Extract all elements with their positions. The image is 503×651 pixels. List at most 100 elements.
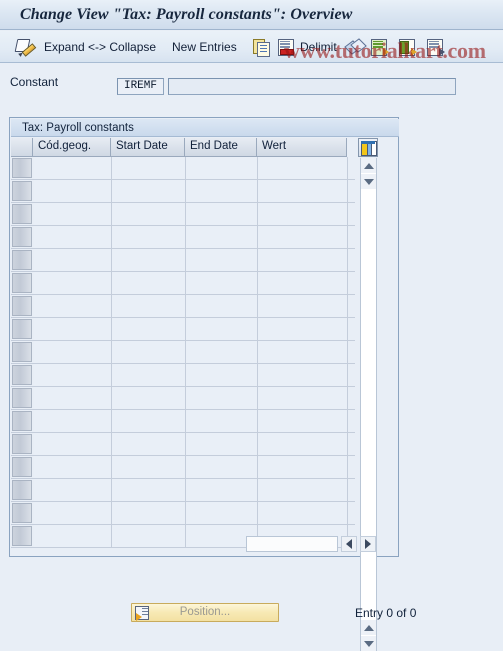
select-all-button[interactable] bbox=[398, 35, 417, 59]
row-selector[interactable] bbox=[12, 227, 32, 247]
table-cell[interactable] bbox=[34, 272, 112, 294]
table-cell[interactable] bbox=[112, 272, 186, 294]
table-cell[interactable] bbox=[186, 364, 258, 386]
table-row[interactable] bbox=[11, 318, 355, 341]
copy-as-button[interactable] bbox=[253, 35, 271, 59]
overview-pencil-button[interactable] bbox=[14, 35, 37, 59]
table-cell[interactable] bbox=[258, 318, 348, 340]
table-row[interactable] bbox=[11, 341, 355, 364]
select-block-button[interactable] bbox=[370, 35, 389, 59]
table-cell[interactable] bbox=[112, 387, 186, 409]
scroll-down-button[interactable] bbox=[361, 174, 376, 189]
table-cell[interactable] bbox=[112, 318, 186, 340]
table-cell[interactable] bbox=[258, 272, 348, 294]
position-button[interactable]: Position... bbox=[131, 603, 279, 622]
table-cell[interactable] bbox=[258, 203, 348, 225]
delimit-button[interactable]: Delimit bbox=[300, 35, 337, 59]
table-cell[interactable] bbox=[112, 433, 186, 455]
row-selector[interactable] bbox=[12, 434, 32, 454]
table-cell[interactable] bbox=[112, 341, 186, 363]
table-cell[interactable] bbox=[258, 456, 348, 478]
table-row[interactable] bbox=[11, 387, 355, 410]
table-cell[interactable] bbox=[34, 525, 112, 547]
scroll-right-button[interactable] bbox=[360, 536, 376, 552]
scroll-up-button[interactable] bbox=[361, 158, 376, 173]
table-cell[interactable] bbox=[34, 364, 112, 386]
table-row[interactable] bbox=[11, 249, 355, 272]
table-cell[interactable] bbox=[112, 502, 186, 524]
table-row[interactable] bbox=[11, 272, 355, 295]
row-selector[interactable] bbox=[12, 365, 32, 385]
table-cell[interactable] bbox=[258, 410, 348, 432]
page-down-button[interactable] bbox=[361, 636, 376, 651]
table-cell[interactable] bbox=[34, 226, 112, 248]
row-selector[interactable] bbox=[12, 388, 32, 408]
table-cell[interactable] bbox=[258, 433, 348, 455]
table-row[interactable] bbox=[11, 456, 355, 479]
row-selector[interactable] bbox=[12, 526, 32, 546]
table-row[interactable] bbox=[11, 433, 355, 456]
table-cell[interactable] bbox=[258, 502, 348, 524]
deselect-all-button[interactable] bbox=[426, 35, 445, 59]
table-cell[interactable] bbox=[258, 180, 348, 202]
table-cell[interactable] bbox=[112, 479, 186, 501]
table-cell[interactable] bbox=[112, 456, 186, 478]
row-selector[interactable] bbox=[12, 158, 32, 178]
column-header-end-date[interactable]: End Date bbox=[185, 138, 257, 157]
table-row[interactable] bbox=[11, 157, 355, 180]
table-cell[interactable] bbox=[34, 318, 112, 340]
table-cell[interactable] bbox=[258, 249, 348, 271]
row-selector[interactable] bbox=[12, 503, 32, 523]
page-up-button[interactable] bbox=[361, 620, 376, 635]
table-cell[interactable] bbox=[34, 387, 112, 409]
row-selector[interactable] bbox=[12, 457, 32, 477]
scroll-left-button[interactable] bbox=[341, 536, 357, 552]
undo-button[interactable] bbox=[344, 35, 367, 59]
table-cell[interactable] bbox=[34, 456, 112, 478]
column-header-select-all[interactable] bbox=[11, 138, 33, 157]
row-selector[interactable] bbox=[12, 296, 32, 316]
row-selector[interactable] bbox=[12, 273, 32, 293]
table-cell[interactable] bbox=[258, 341, 348, 363]
table-cell[interactable] bbox=[186, 502, 258, 524]
table-cell[interactable] bbox=[186, 410, 258, 432]
table-cell[interactable] bbox=[186, 479, 258, 501]
table-row[interactable] bbox=[11, 295, 355, 318]
row-selector[interactable] bbox=[12, 204, 32, 224]
table-cell[interactable] bbox=[186, 433, 258, 455]
delete-row-button[interactable] bbox=[277, 35, 295, 59]
row-selector[interactable] bbox=[12, 411, 32, 431]
row-selector[interactable] bbox=[12, 480, 32, 500]
table-cell[interactable] bbox=[186, 272, 258, 294]
table-cell[interactable] bbox=[186, 341, 258, 363]
table-cell[interactable] bbox=[186, 157, 258, 179]
table-cell[interactable] bbox=[34, 295, 112, 317]
table-cell[interactable] bbox=[258, 479, 348, 501]
table-cell[interactable] bbox=[112, 180, 186, 202]
table-row[interactable] bbox=[11, 410, 355, 433]
row-selector[interactable] bbox=[12, 181, 32, 201]
column-header-start-date[interactable]: Start Date bbox=[111, 138, 185, 157]
table-cell[interactable] bbox=[186, 387, 258, 409]
table-row[interactable] bbox=[11, 180, 355, 203]
table-cell[interactable] bbox=[34, 410, 112, 432]
table-cell[interactable] bbox=[112, 249, 186, 271]
table-cell[interactable] bbox=[112, 295, 186, 317]
row-selector[interactable] bbox=[12, 342, 32, 362]
table-cell[interactable] bbox=[34, 180, 112, 202]
table-cell[interactable] bbox=[112, 364, 186, 386]
table-row[interactable] bbox=[11, 226, 355, 249]
table-vertical-scrollbar[interactable] bbox=[360, 158, 377, 651]
table-cell[interactable] bbox=[34, 157, 112, 179]
table-cell[interactable] bbox=[34, 341, 112, 363]
row-selector[interactable] bbox=[12, 319, 32, 339]
table-row[interactable] bbox=[11, 502, 355, 525]
table-cell[interactable] bbox=[34, 479, 112, 501]
constant-key-field[interactable]: IREMF bbox=[117, 78, 164, 95]
table-cell[interactable] bbox=[186, 203, 258, 225]
table-cell[interactable] bbox=[112, 157, 186, 179]
table-horizontal-scrollbar[interactable] bbox=[246, 536, 338, 552]
table-cell[interactable] bbox=[112, 226, 186, 248]
table-cell[interactable] bbox=[112, 203, 186, 225]
table-cell[interactable] bbox=[258, 387, 348, 409]
